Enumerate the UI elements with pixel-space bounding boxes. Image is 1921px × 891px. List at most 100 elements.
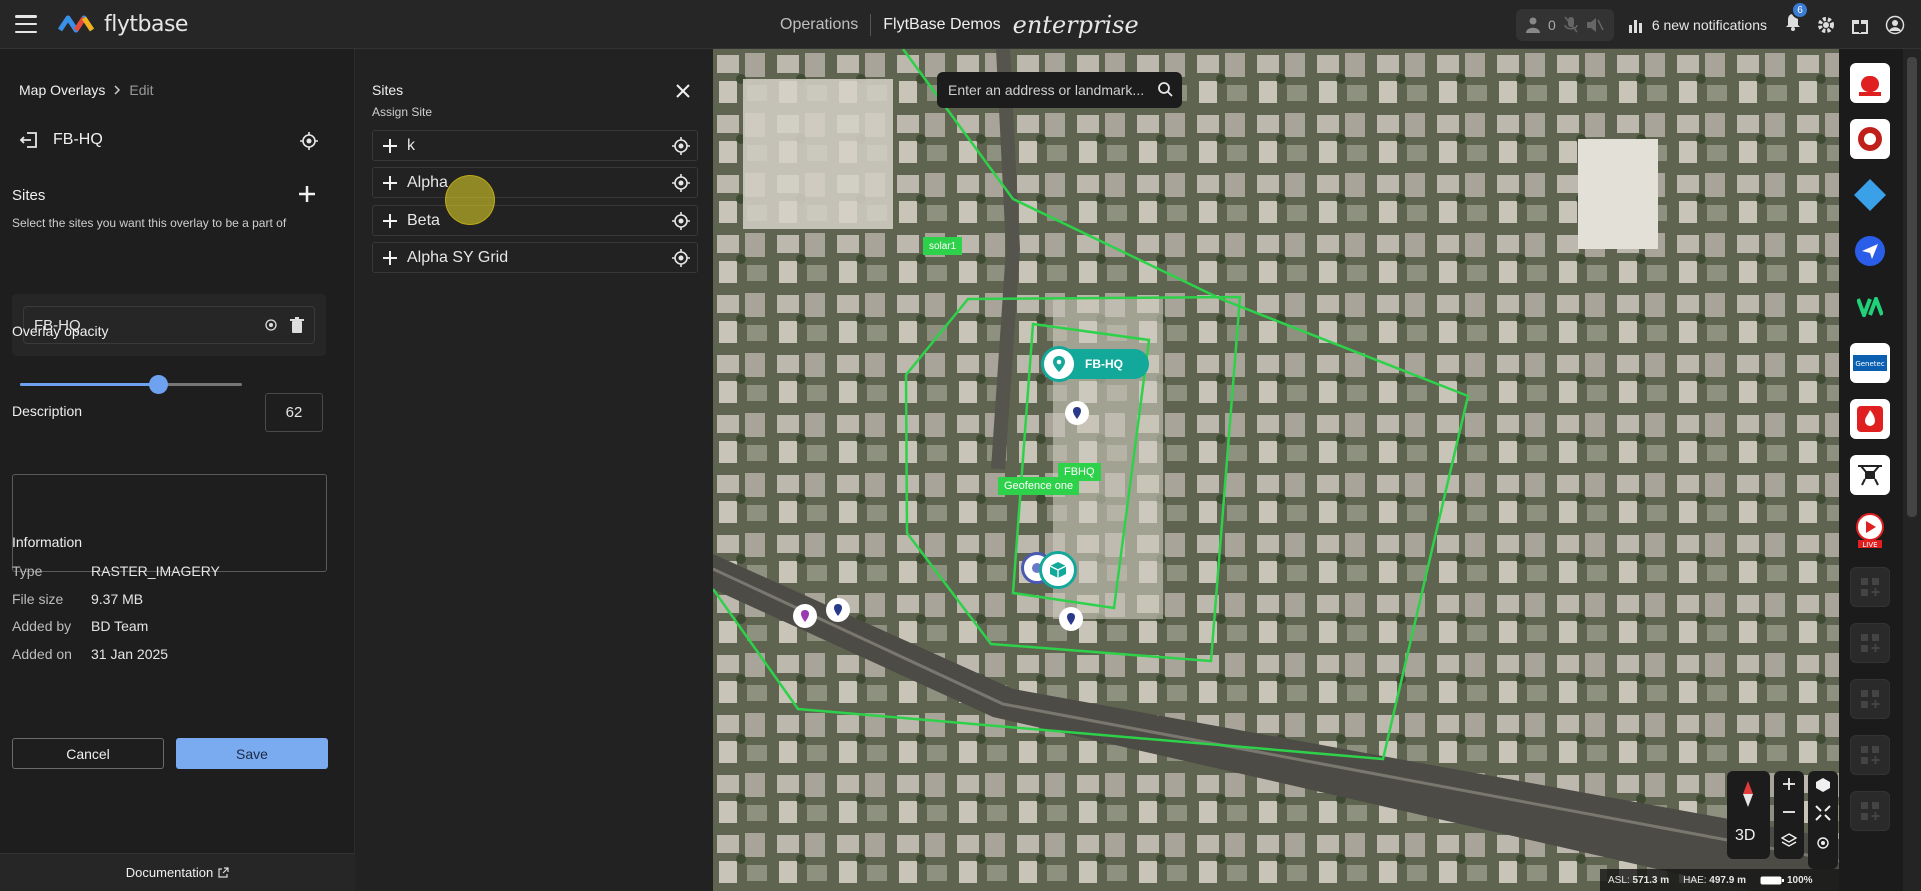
va-app-icon[interactable] [1850,287,1890,327]
audio-status[interactable]: 0 [1516,8,1614,41]
battery-value: 100% [1787,874,1813,886]
add-site-icon[interactable] [373,213,407,229]
plus-icon [299,186,315,202]
locate-site-icon[interactable] [264,318,278,332]
bar-chart-icon [1628,19,1642,33]
map-search-input[interactable]: Enter an address or landmark... [937,72,1182,108]
chevron-right-icon [114,85,121,95]
sites-subtitle: Select the sites you want this overlay t… [12,216,287,230]
empty-slot-icon[interactable] [1850,567,1890,607]
info-key: Added by [12,618,72,634]
documentation-label: Documentation [125,865,214,880]
gift-button[interactable] [1851,16,1869,34]
search-icon[interactable] [1157,81,1173,100]
rail-scrollbar[interactable] [1903,49,1921,891]
drone-app-icon[interactable] [1850,455,1890,495]
top-bar: flytbase Operations FlytBase Demos enter… [0,0,1921,49]
close-button[interactable] [675,83,691,104]
site-option-label: Alpha [407,173,448,191]
info-value: RASTER_IMAGERY [91,563,220,579]
genetec-app-icon[interactable]: Genetec [1850,343,1890,383]
crosshair-icon [300,132,318,150]
settings-button[interactable] [1817,16,1835,34]
menu-icon[interactable] [15,15,37,33]
info-row: Type RASTER_IMAGERY [12,563,220,579]
notifications-label: 6 new notifications [1651,16,1767,33]
add-site-icon[interactable] [373,250,407,266]
cancel-button[interactable]: Cancel [12,738,164,769]
notifications-summary[interactable]: 6 new notifications [1628,17,1767,33]
locate-site-icon[interactable] [671,248,691,273]
info-value: 31 Jan 2025 [91,646,169,662]
scrollbar-thumb[interactable] [1907,57,1917,517]
empty-slot-icon[interactable] [1850,623,1890,663]
send-app-icon[interactable] [1850,231,1890,271]
locate-site-icon[interactable] [671,173,691,198]
add-site-button[interactable] [298,185,316,208]
site-option-row[interactable]: Alpha [372,167,698,198]
overlay-name: FB-HQ [53,131,103,148]
site-option-row[interactable]: Beta [372,205,698,236]
location-pin-icon[interactable] [1041,346,1077,382]
bell-button[interactable]: 6 [1785,1,1809,36]
empty-slot-icon[interactable] [1850,735,1890,775]
map-label-solar[interactable]: solar1 [923,237,963,255]
empty-slot-icon[interactable] [1850,791,1890,831]
compass-icon[interactable] [1737,779,1759,814]
speaker-off-icon[interactable] [1586,17,1604,33]
mic-off-icon[interactable] [1564,16,1578,34]
locate-overlay-button[interactable] [299,131,319,156]
org-name[interactable]: FlytBase Demos [883,16,1000,34]
toggle-3d-button[interactable]: 3D [1735,827,1755,845]
map-pin-icon[interactable] [1059,607,1083,631]
overlay-edit-panel: Map Overlays Edit FB-HQ Sites Select the… [0,49,355,891]
map-pin-icon[interactable] [1065,401,1089,425]
site-option-row[interactable]: k [372,130,698,161]
opacity-input[interactable]: 62 [265,393,323,432]
empty-slot-icon[interactable] [1850,679,1890,719]
live-stream-app-icon[interactable]: LIVE [1850,511,1890,551]
fullscreen-icon[interactable] [1815,805,1831,826]
map-pin-purple-icon[interactable] [793,604,817,628]
layers-icon[interactable] [1780,832,1798,853]
edition-label: enterprise [1012,10,1139,39]
fire-alarm-app-icon[interactable] [1850,399,1890,439]
add-site-icon[interactable] [373,175,407,191]
box-marker-icon[interactable] [1039,551,1077,589]
alert-app-icon[interactable] [1850,119,1890,159]
description-label: Description [12,403,83,419]
opacity-slider[interactable] [20,365,242,405]
zoom-out-button[interactable] [1781,804,1797,825]
nav-operations[interactable]: Operations [780,16,858,34]
cube-icon[interactable] [1815,777,1831,798]
sites-panel-title: Sites [372,82,404,98]
save-button[interactable]: Save [176,738,328,769]
map-pin-icon[interactable] [826,598,850,622]
zoom-in-button[interactable] [1781,776,1797,797]
svg-text:LIVE: LIVE [1862,541,1877,549]
breadcrumb-map-overlays[interactable]: Map Overlays [19,82,105,98]
diamond-app-icon[interactable] [1850,175,1890,215]
documentation-link[interactable]: Documentation [0,853,355,891]
slider-fill [20,383,158,386]
siren-app-icon[interactable] [1850,63,1890,103]
map-view[interactable]: Enter an address or landmark... FB-HQ so… [713,49,1839,891]
hae-label: HAE: [1683,874,1707,886]
slider-handle[interactable] [148,375,168,394]
geofence-label[interactable]: Geofence one [998,477,1080,495]
back-exit-icon[interactable] [19,131,39,149]
hae-readout: HAE: 497.9 m [1683,875,1746,886]
description-textarea[interactable] [12,474,327,572]
locate-site-icon[interactable] [671,136,691,161]
flytbase-logo-icon [58,15,95,33]
trash-icon[interactable] [290,317,304,333]
account-button[interactable] [1885,15,1905,35]
battery-indicator: 100% [1760,875,1813,886]
locate-site-icon[interactable] [671,211,691,236]
asl-readout: ASL: 571.3 m [1608,875,1669,886]
recenter-icon[interactable] [1815,835,1831,856]
add-site-icon[interactable] [373,138,407,154]
brand-logo[interactable]: flytbase [58,10,188,38]
info-key: Type [12,563,43,579]
site-option-row[interactable]: Alpha SY Grid [372,242,698,273]
